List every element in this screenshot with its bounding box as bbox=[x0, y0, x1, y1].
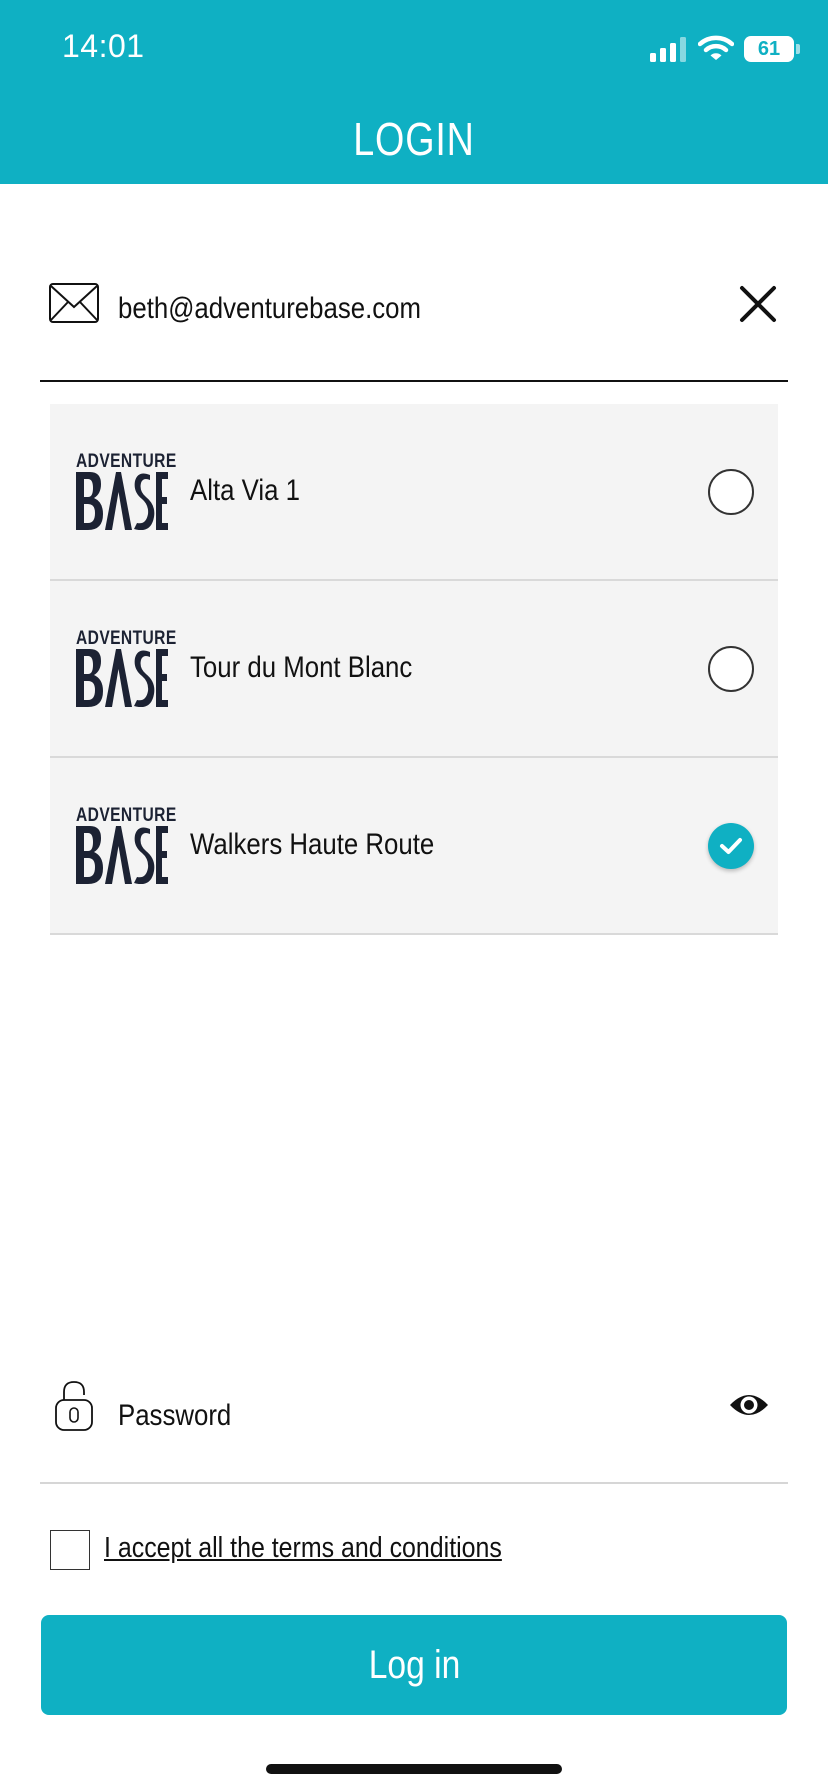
account-name: Alta Via 1 bbox=[190, 474, 300, 507]
account-name: Tour du Mont Blanc bbox=[190, 651, 413, 684]
cellular-signal-icon bbox=[650, 37, 686, 62]
email-input[interactable] bbox=[118, 284, 600, 334]
adventure-base-logo: ADVENTURE bbox=[76, 629, 176, 709]
adventure-base-logo: ADVENTURE bbox=[76, 452, 176, 532]
checkmark-icon bbox=[720, 838, 742, 854]
battery-icon: 61 bbox=[744, 36, 800, 62]
login-button[interactable]: Log in bbox=[41, 1615, 787, 1715]
terms-checkbox[interactable] bbox=[50, 1530, 90, 1570]
status-time: 14:01 bbox=[62, 28, 145, 64]
radio-button-selected[interactable] bbox=[708, 823, 754, 869]
account-item[interactable]: ADVENTURE Alta Via 1 bbox=[50, 404, 778, 581]
account-item[interactable]: ADVENTURE Tour du Mont Blanc bbox=[50, 581, 778, 758]
status-icons: 61 bbox=[650, 34, 800, 64]
email-field-row bbox=[40, 270, 788, 382]
battery-level: 61 bbox=[757, 37, 781, 60]
lock-icon bbox=[55, 1381, 93, 1431]
radio-button[interactable] bbox=[708, 646, 754, 692]
password-field-row bbox=[40, 1370, 788, 1484]
wifi-icon bbox=[698, 35, 734, 60]
adventure-base-logo: ADVENTURE bbox=[76, 806, 176, 886]
close-icon[interactable] bbox=[736, 282, 780, 326]
header-bar: 14:01 61 LOGIN bbox=[0, 0, 828, 184]
account-item[interactable]: ADVENTURE Walkers Haute Route bbox=[50, 758, 778, 935]
password-input[interactable] bbox=[118, 1394, 566, 1438]
radio-button[interactable] bbox=[708, 469, 754, 515]
page-title: LOGIN bbox=[353, 113, 475, 165]
account-name: Walkers Haute Route bbox=[190, 828, 435, 861]
account-list: ADVENTURE Alta Via 1 ADVENTURE Tour du M… bbox=[50, 404, 778, 935]
login-button-label: Log in bbox=[368, 1642, 460, 1687]
mail-icon bbox=[49, 283, 99, 323]
home-indicator bbox=[266, 1764, 562, 1774]
terms-link[interactable]: I accept all the terms and conditions bbox=[104, 1532, 502, 1565]
eye-icon[interactable] bbox=[728, 1390, 770, 1420]
